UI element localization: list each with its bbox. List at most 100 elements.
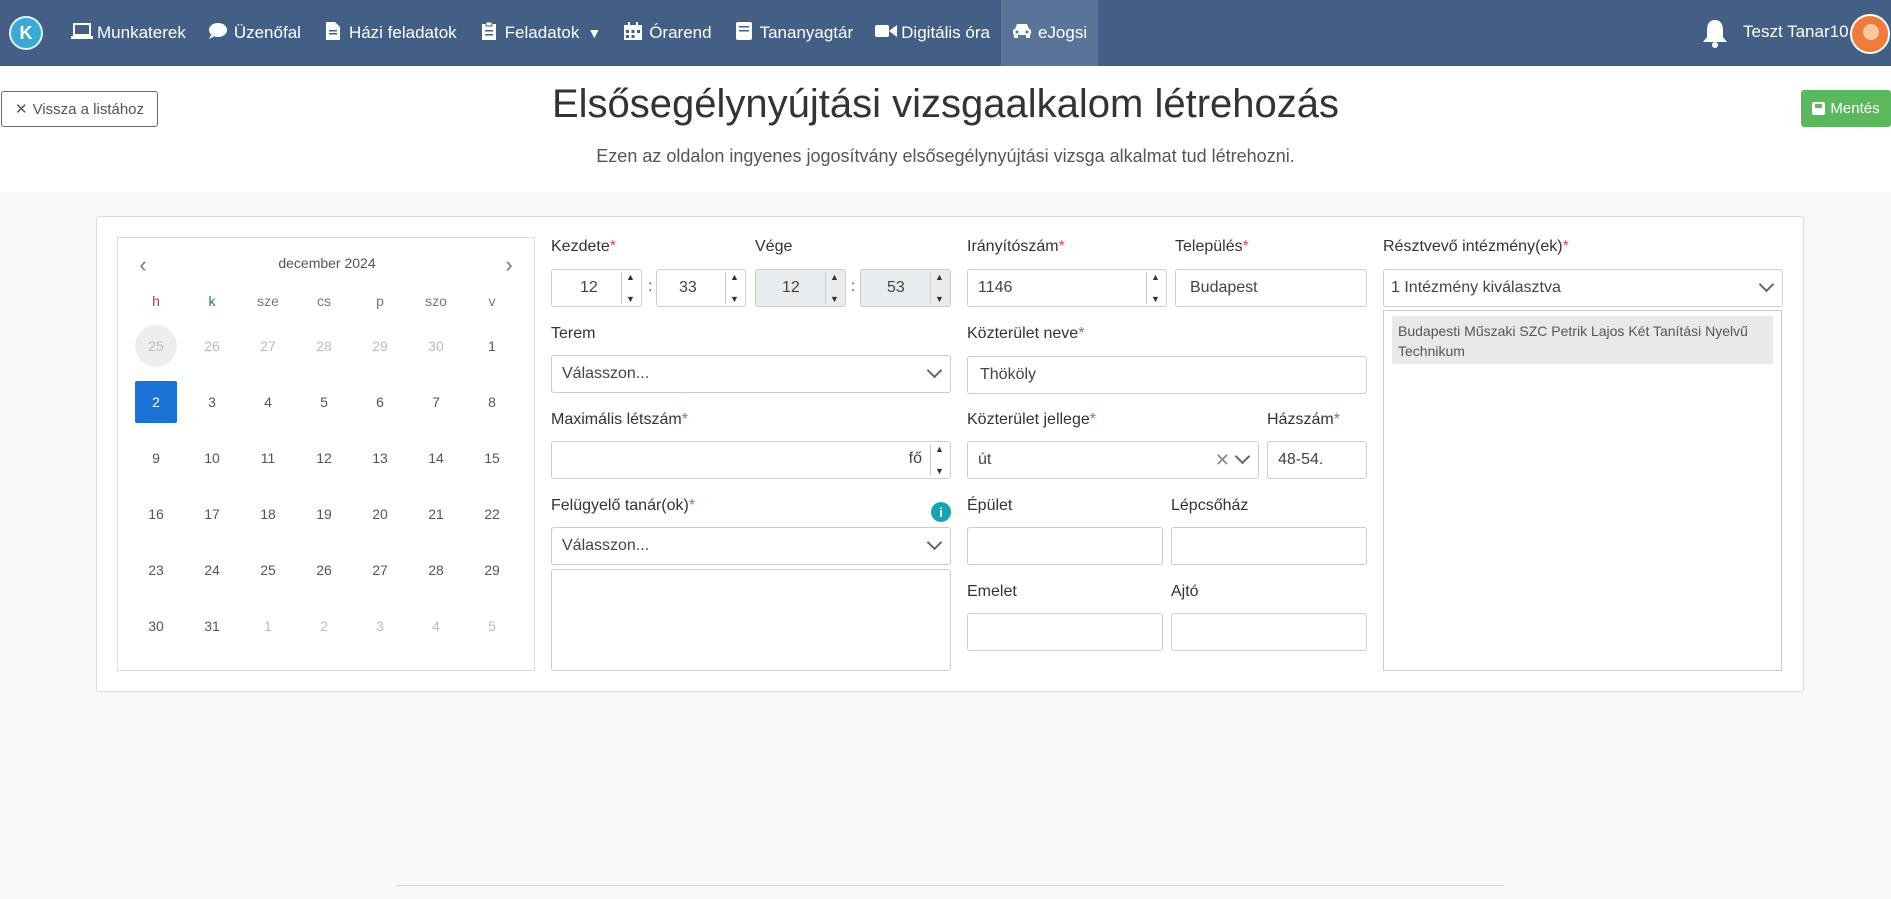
- supervisor-list[interactable]: [551, 569, 951, 671]
- clear-icon[interactable]: ✕: [1215, 450, 1230, 471]
- calendar-day[interactable]: 30: [408, 318, 464, 374]
- calendar-day[interactable]: 7: [408, 374, 464, 430]
- calendar-day[interactable]: 13: [352, 430, 408, 486]
- caret-up-icon[interactable]: ▲: [730, 272, 739, 282]
- calendar-day[interactable]: 2: [296, 598, 352, 654]
- street-type-select[interactable]: út ✕: [967, 441, 1259, 479]
- calendar-day[interactable]: 1: [464, 318, 520, 374]
- calendar-day[interactable]: 27: [240, 318, 296, 374]
- nav-item-uzenofal[interactable]: Üzenőfal: [197, 0, 312, 66]
- start-label: Kezdete*: [551, 238, 616, 256]
- calendar-day[interactable]: 24: [184, 542, 240, 598]
- avatar[interactable]: [1850, 14, 1890, 54]
- calendar-day[interactable]: 29: [352, 318, 408, 374]
- calendar-day[interactable]: 23: [128, 542, 184, 598]
- door-input[interactable]: [1171, 613, 1367, 651]
- calendar-day-number: 16: [148, 506, 164, 522]
- room-select[interactable]: Válasszon...: [551, 355, 951, 393]
- calendar-day[interactable]: 10: [184, 430, 240, 486]
- calendar-day-number: 28: [428, 562, 444, 578]
- calendar-day[interactable]: 28: [296, 318, 352, 374]
- info-icon[interactable]: i: [931, 502, 951, 522]
- nav-item-digitalis-ora[interactable]: Digitális óra: [864, 0, 1001, 66]
- calendar-day[interactable]: 31: [184, 598, 240, 654]
- nav-item-tananyagtar[interactable]: Tananyagtár: [723, 0, 865, 66]
- caret-down-icon[interactable]: ▼: [626, 294, 635, 304]
- calendar-day[interactable]: 28: [408, 542, 464, 598]
- calendar-day[interactable]: 2: [128, 374, 184, 430]
- nav-item-munkaterek[interactable]: Munkaterek: [60, 0, 197, 66]
- max-capacity-input[interactable]: fő ▲ ▼: [551, 441, 951, 479]
- calendar-day[interactable]: 12: [296, 430, 352, 486]
- calendar-day[interactable]: 5: [464, 598, 520, 654]
- zip-stepper[interactable]: ▲ ▼: [1146, 272, 1164, 304]
- save-button[interactable]: Mentés: [1801, 90, 1891, 127]
- building-input[interactable]: [967, 527, 1163, 565]
- stairway-input[interactable]: [1171, 527, 1367, 565]
- caret-down-icon[interactable]: ▼: [730, 294, 739, 304]
- calendar-day[interactable]: 18: [240, 486, 296, 542]
- user-name[interactable]: Teszt Tanar10: [1743, 22, 1849, 42]
- calendar-day[interactable]: 16: [128, 486, 184, 542]
- house-number-input[interactable]: 48-54.: [1267, 441, 1367, 479]
- nav-item-orarend[interactable]: Órarend: [612, 0, 722, 66]
- calendar-day[interactable]: 9: [128, 430, 184, 486]
- caret-up-icon[interactable]: ▲: [626, 272, 635, 282]
- start-minute-input[interactable]: 33 ▲ ▼: [656, 269, 746, 307]
- nav-item-feladatok[interactable]: Feladatok ▼: [468, 0, 613, 66]
- calendar-day[interactable]: 5: [296, 374, 352, 430]
- calendar-day[interactable]: 26: [184, 318, 240, 374]
- calendar-day[interactable]: 15: [464, 430, 520, 486]
- weekday-label: v: [488, 293, 496, 309]
- calendar-day-number: 18: [260, 506, 276, 522]
- caret-up-icon[interactable]: ▲: [1151, 272, 1160, 282]
- institution-select[interactable]: 1 Intézmény kiválasztva: [1383, 269, 1783, 307]
- street-name-input[interactable]: Thököly: [967, 356, 1367, 394]
- calendar-day[interactable]: 4: [240, 374, 296, 430]
- caret-down-icon[interactable]: ▼: [935, 466, 944, 476]
- calendar-week-row: 9 10 11 12 13 14 15: [128, 430, 520, 486]
- calendar-day[interactable]: 11: [240, 430, 296, 486]
- supervisor-select[interactable]: Válasszon...: [551, 527, 951, 565]
- calendar-day[interactable]: 8: [464, 374, 520, 430]
- calendar-day[interactable]: 3: [352, 598, 408, 654]
- calendar-day[interactable]: 25: [128, 318, 184, 374]
- bell-icon[interactable]: [1700, 18, 1730, 48]
- laptop-icon: [71, 22, 93, 45]
- calendar-day[interactable]: 25: [240, 542, 296, 598]
- start-minute-stepper[interactable]: ▲ ▼: [725, 272, 743, 304]
- nav-item-ejogsi[interactable]: eJogsi: [1000, 0, 1099, 66]
- calendar-day-number: 3: [208, 394, 216, 410]
- calendar-day[interactable]: 14: [408, 430, 464, 486]
- calendar-day[interactable]: 21: [408, 486, 464, 542]
- start-hour-value: 12: [580, 279, 598, 296]
- calendar-day[interactable]: 19: [296, 486, 352, 542]
- start-hour-input[interactable]: 12 ▲ ▼: [551, 269, 642, 307]
- calendar-day[interactable]: 17: [184, 486, 240, 542]
- floor-input[interactable]: [967, 613, 1163, 651]
- start-hour-stepper[interactable]: ▲ ▼: [621, 272, 639, 304]
- max-capacity-stepper[interactable]: ▲ ▼: [930, 444, 948, 476]
- street-name-label-text: Közterület neve: [967, 325, 1079, 342]
- calendar-day[interactable]: 22: [464, 486, 520, 542]
- calendar-day[interactable]: 20: [352, 486, 408, 542]
- nav-item-hazi-feladatok[interactable]: Házi feladatok: [312, 0, 468, 66]
- app-logo[interactable]: K: [9, 16, 43, 50]
- caret-up-icon[interactable]: ▲: [935, 444, 944, 454]
- calendar-month-label[interactable]: december 2024: [118, 255, 536, 271]
- house-number-label-text: Házszám: [1267, 411, 1334, 428]
- calendar-day[interactable]: 26: [296, 542, 352, 598]
- caret-down-icon[interactable]: ▼: [1151, 294, 1160, 304]
- chevron-right-icon[interactable]: ›: [499, 252, 519, 278]
- calendar-day[interactable]: 6: [352, 374, 408, 430]
- caret-down-icon: ▼: [935, 294, 944, 304]
- calendar-day[interactable]: 4: [408, 598, 464, 654]
- calendar-day[interactable]: 1: [240, 598, 296, 654]
- calendar-day[interactable]: 3: [184, 374, 240, 430]
- calendar-day[interactable]: 29: [464, 542, 520, 598]
- calendar-day[interactable]: 30: [128, 598, 184, 654]
- calendar-day[interactable]: 27: [352, 542, 408, 598]
- zip-input[interactable]: 1146 ▲ ▼: [967, 269, 1167, 307]
- list-item[interactable]: Budapesti Műszaki SZC Petrik Lajos Két T…: [1392, 316, 1773, 364]
- city-input[interactable]: Budapest: [1175, 269, 1367, 307]
